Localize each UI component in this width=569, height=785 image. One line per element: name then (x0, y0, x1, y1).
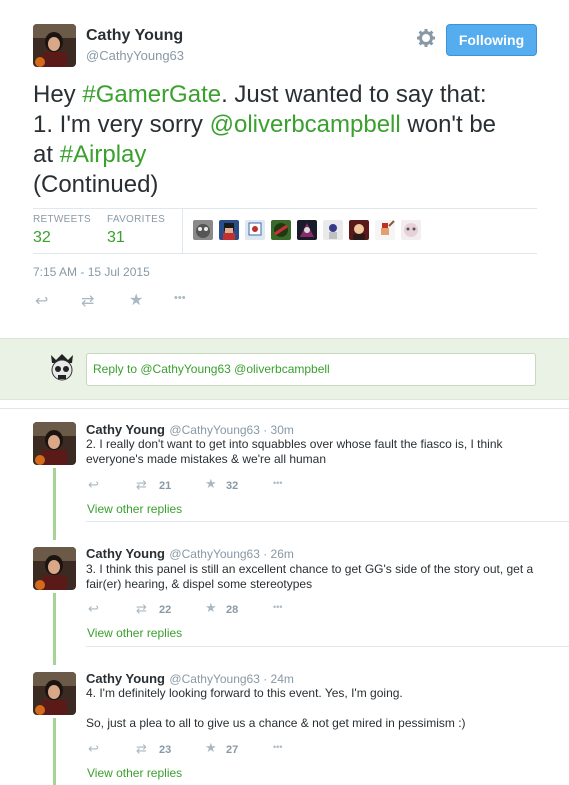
divider (86, 646, 569, 647)
favorite-icon[interactable]: ★ (129, 290, 143, 310)
thread-line (53, 468, 56, 540)
tweet-text-part: Hey (33, 81, 83, 108)
retweet-icon[interactable]: ⇄ (81, 291, 94, 311)
retweet-count[interactable]: 21 (159, 480, 171, 492)
favorite-count[interactable]: 32 (226, 480, 238, 492)
reply-text: So, just a plea to all to give us a chan… (86, 716, 466, 730)
more-icon[interactable]: ••• (174, 292, 186, 304)
reply-author-name[interactable]: Cathy Young (86, 422, 165, 437)
reply-icon[interactable]: ↩ (88, 741, 99, 757)
retweets-count[interactable]: 32 (33, 229, 51, 247)
favoriter-avatar[interactable] (349, 220, 369, 240)
favorite-icon[interactable]: ★ (205, 600, 217, 616)
author-name[interactable]: Cathy Young (86, 27, 183, 45)
favorites-count[interactable]: 31 (107, 229, 125, 247)
reply-meta[interactable]: @CathyYoung63 · 26m (169, 547, 293, 561)
thread-line (53, 593, 56, 665)
following-button[interactable]: Following (446, 24, 537, 56)
favoriter-avatar[interactable] (271, 220, 291, 240)
divider (0, 408, 569, 409)
reply-icon[interactable]: ↩ (35, 291, 48, 311)
reply-author-avatar[interactable] (33, 547, 76, 590)
gear-icon[interactable] (416, 28, 436, 48)
reply-text: 2. I really don't want to get into squab… (86, 437, 503, 466)
favorite-icon[interactable]: ★ (205, 476, 217, 492)
tweet-timestamp[interactable]: 7:15 AM - 15 Jul 2015 (33, 265, 150, 279)
reply-meta[interactable]: @CathyYoung63 · 24m (169, 672, 293, 686)
tweet-text-part: . Just wanted to say that: (221, 81, 487, 108)
tweet-text-part: (Continued) (33, 171, 159, 198)
favoriter-avatar[interactable] (323, 220, 343, 240)
favoriter-avatar[interactable] (193, 220, 213, 240)
reply-text: 4. I'm definitely looking forward to thi… (86, 686, 403, 700)
retweet-count[interactable]: 23 (159, 744, 171, 756)
view-other-replies-link[interactable]: View other replies (87, 502, 182, 516)
tweet-text-part: 1. I'm very sorry (33, 111, 210, 138)
favoriter-avatar[interactable] (219, 220, 239, 240)
favoriter-avatar[interactable] (297, 220, 317, 240)
hashtag-gamergate[interactable]: #GamerGate (82, 81, 221, 108)
favoriter-avatar[interactable] (401, 220, 421, 240)
more-icon[interactable]: ••• (273, 478, 282, 488)
reply-icon[interactable]: ↩ (88, 601, 99, 617)
favorites-label: FAVORITES (107, 214, 166, 225)
reply-text: 3. I think this panel is still an excell… (86, 562, 534, 591)
view-other-replies-link[interactable]: View other replies (87, 626, 182, 640)
author-handle[interactable]: @CathyYoung63 (86, 48, 184, 63)
more-icon[interactable]: ••• (273, 602, 282, 612)
mention-oliverbcampbell[interactable]: @oliverbcampbell (210, 111, 401, 138)
more-icon[interactable]: ••• (273, 742, 282, 752)
retweet-count[interactable]: 22 (159, 604, 171, 616)
user-avatar[interactable] (47, 351, 77, 383)
reply-author-avatar[interactable] (33, 672, 76, 715)
divider (86, 521, 569, 522)
reply-icon[interactable]: ↩ (88, 477, 99, 493)
author-avatar[interactable] (33, 24, 76, 67)
favoriter-avatar[interactable] (375, 220, 395, 240)
divider (33, 253, 537, 254)
favorite-count[interactable]: 27 (226, 744, 238, 756)
retweet-icon[interactable]: ⇄ (136, 601, 147, 617)
reply-author-name[interactable]: Cathy Young (86, 671, 165, 686)
reply-author-name[interactable]: Cathy Young (86, 546, 165, 561)
reply-author-avatar[interactable] (33, 422, 76, 465)
reply-meta[interactable]: @CathyYoung63 · 30m (169, 423, 293, 437)
reply-input[interactable]: Reply to @CathyYoung63 @oliverbcampbell (86, 353, 536, 386)
tweet-text-part: won't be (400, 111, 497, 138)
hashtag-airplay[interactable]: #Airplay (60, 141, 147, 168)
view-other-replies-link[interactable]: View other replies (87, 766, 182, 780)
divider (33, 208, 537, 209)
favoriter-avatar[interactable] (245, 220, 265, 240)
thread-line (53, 718, 56, 785)
retweet-icon[interactable]: ⇄ (136, 477, 147, 493)
retweets-label: RETWEETS (33, 214, 91, 225)
favorite-count[interactable]: 28 (226, 604, 238, 616)
retweet-icon[interactable]: ⇄ (136, 741, 147, 757)
reply-header: Cathy Young @CathyYoung63 · 26m (86, 545, 294, 563)
tweet-text-part: at (33, 141, 60, 168)
favorite-icon[interactable]: ★ (205, 740, 217, 756)
divider (182, 209, 183, 253)
tweet-text: Hey #GamerGate. Just wanted to say that:… (33, 80, 553, 200)
